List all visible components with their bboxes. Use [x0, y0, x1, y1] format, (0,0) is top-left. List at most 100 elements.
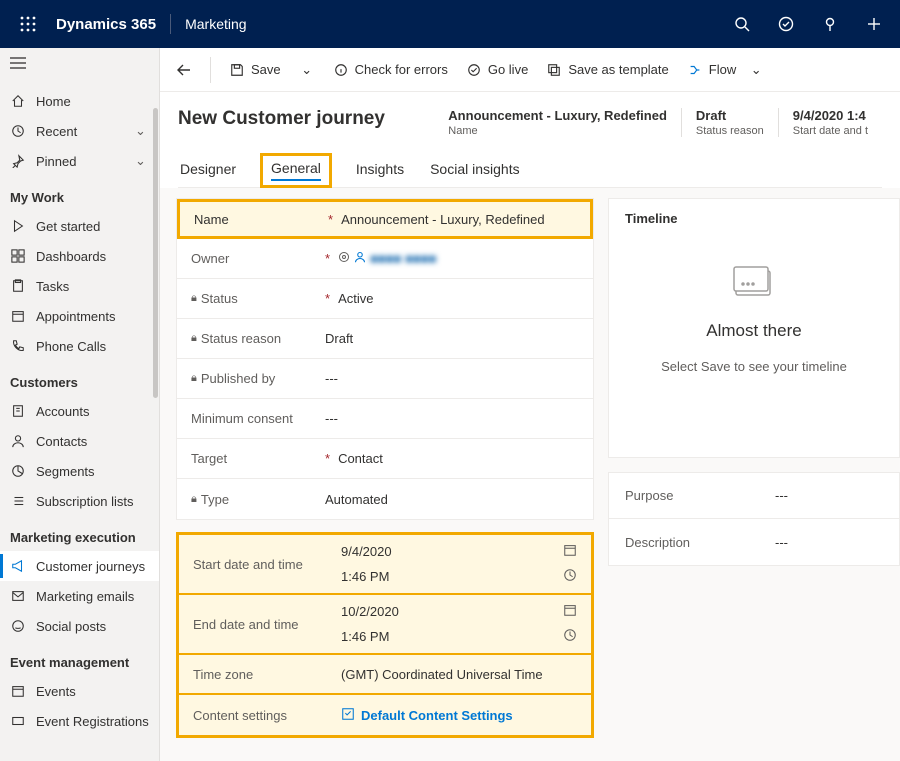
- field-status[interactable]: 🔒︎Status * Active: [177, 279, 593, 319]
- ticket-icon: [10, 714, 26, 728]
- segment-icon: [10, 464, 26, 478]
- calendar-icon: [10, 309, 26, 323]
- sidebar-accounts[interactable]: Accounts: [0, 396, 159, 426]
- lock-icon: 🔒︎: [191, 493, 197, 506]
- play-icon: [10, 219, 26, 233]
- search-icon[interactable]: [720, 0, 764, 48]
- clock-icon: [10, 124, 26, 138]
- lock-icon: 🔒︎: [191, 372, 197, 385]
- sidebar-event-registrations[interactable]: Event Registrations: [0, 706, 159, 736]
- required-icon: *: [325, 291, 330, 306]
- sidebar-home[interactable]: Home: [0, 86, 159, 116]
- sidebar-scrollbar[interactable]: [153, 108, 158, 398]
- field-content-settings[interactable]: Content settings Default Content Setting…: [179, 695, 591, 735]
- required-icon: *: [325, 251, 330, 266]
- required-icon: *: [328, 212, 333, 227]
- general-form-card: Name * Announcement - Luxury, Redefined …: [176, 198, 594, 520]
- sidebar-subscription-lists[interactable]: Subscription lists: [0, 486, 159, 516]
- sidebar-phone-calls[interactable]: Phone Calls: [0, 331, 159, 361]
- tab-general[interactable]: General: [260, 153, 332, 188]
- sidebar-customer-journeys[interactable]: Customer journeys: [0, 551, 159, 581]
- help-icon[interactable]: [808, 0, 852, 48]
- tab-social-insights[interactable]: Social insights: [428, 155, 522, 187]
- calendar-icon[interactable]: [563, 603, 577, 620]
- field-type[interactable]: 🔒︎Type Automated: [177, 479, 593, 519]
- back-button[interactable]: [176, 48, 192, 91]
- left-sidebar: Home Recent⌄ Pinned⌄ My Work Get started…: [0, 48, 160, 761]
- field-name[interactable]: Name * Announcement - Luxury, Redefined: [177, 199, 593, 239]
- sidebar-marketing-emails[interactable]: Marketing emails: [0, 581, 159, 611]
- clipboard-icon: [10, 279, 26, 293]
- properties-card: Purpose --- Description ---: [608, 472, 900, 566]
- required-icon: *: [325, 451, 330, 466]
- content-area: Name * Announcement - Luxury, Redefined …: [160, 188, 900, 761]
- field-start-date[interactable]: Start date and time 9/4/2020 1:46 PM: [179, 535, 591, 595]
- page-header: New Customer journey Announcement - Luxu…: [160, 92, 900, 188]
- header-meta-status: Draft Status reason: [681, 108, 778, 137]
- sidebar-pinned[interactable]: Pinned⌄: [0, 146, 159, 176]
- flow-icon: [687, 62, 703, 78]
- chevron-down-icon: ⌄: [135, 123, 149, 139]
- sidebar-segments[interactable]: Segments: [0, 456, 159, 486]
- sidebar-group-customers: Customers: [0, 361, 159, 396]
- field-end-date[interactable]: End date and time 10/2/2020 1:46 PM: [179, 595, 591, 655]
- go-live-button[interactable]: Go live: [466, 48, 528, 91]
- field-description[interactable]: Description ---: [609, 519, 899, 565]
- sidebar-social-posts[interactable]: Social posts: [0, 611, 159, 641]
- brand-area[interactable]: Marketing: [185, 16, 246, 32]
- timeline-card: Timeline Almost there Select Save to see…: [608, 198, 900, 458]
- sidebar-tasks[interactable]: Tasks: [0, 271, 159, 301]
- home-icon: [10, 94, 26, 108]
- field-published-by[interactable]: 🔒︎Published by ---: [177, 359, 593, 399]
- add-icon[interactable]: [852, 0, 896, 48]
- field-owner[interactable]: Owner * ■■■■ ■■■■: [177, 239, 593, 279]
- megaphone-icon: [10, 559, 26, 573]
- calendar-icon: [10, 684, 26, 698]
- brand-name: Dynamics 365: [56, 16, 156, 33]
- clock-icon[interactable]: [563, 628, 577, 645]
- sidebar-hamburger[interactable]: [0, 48, 159, 78]
- sidebar-group-marketing: Marketing execution: [0, 516, 159, 551]
- sidebar-events[interactable]: Events: [0, 676, 159, 706]
- sidebar-dashboards[interactable]: Dashboards: [0, 241, 159, 271]
- template-icon: [546, 62, 562, 78]
- tab-insights[interactable]: Insights: [354, 155, 406, 187]
- field-target[interactable]: Target * Contact: [177, 439, 593, 479]
- schedule-card: Start date and time 9/4/2020 1:46 PM End…: [176, 532, 594, 738]
- field-status-reason[interactable]: 🔒︎Status reason Draft: [177, 319, 593, 359]
- tab-designer[interactable]: Designer: [178, 155, 238, 187]
- lock-icon: 🔒︎: [191, 332, 197, 345]
- sidebar-appointments[interactable]: Appointments: [0, 301, 159, 331]
- chevron-down-icon: ⌄: [748, 62, 764, 78]
- sidebar-recent[interactable]: Recent⌄: [0, 116, 159, 146]
- calendar-icon[interactable]: [563, 543, 577, 560]
- save-dropdown[interactable]: ⌄: [299, 48, 315, 91]
- save-as-template-button[interactable]: Save as template: [546, 48, 668, 91]
- tab-strip: Designer General Insights Social insight…: [178, 155, 882, 188]
- person-icon: [354, 251, 366, 266]
- check-errors-button[interactable]: Check for errors: [333, 48, 448, 91]
- settings-icon: [341, 707, 355, 724]
- app-launcher-icon[interactable]: [4, 16, 52, 32]
- emoji-icon: [10, 619, 26, 633]
- task-icon[interactable]: [764, 0, 808, 48]
- info-icon: [333, 62, 349, 78]
- back-icon: [176, 62, 192, 78]
- page-title: New Customer journey: [178, 108, 385, 130]
- header-meta-date: 9/4/2020 1:4 Start date and t: [778, 108, 882, 137]
- sidebar-get-started[interactable]: Get started: [0, 211, 159, 241]
- sidebar-contacts[interactable]: Contacts: [0, 426, 159, 456]
- field-purpose[interactable]: Purpose ---: [609, 473, 899, 519]
- flow-button[interactable]: Flow⌄: [687, 48, 764, 91]
- global-topbar: Dynamics 365 Marketing: [0, 0, 900, 48]
- header-meta-name: Announcement - Luxury, Redefined Name: [434, 108, 681, 137]
- main-content: Save ⌄ Check for errors Go live Save as …: [160, 48, 900, 761]
- save-button[interactable]: Save: [229, 48, 281, 91]
- field-min-consent[interactable]: Minimum consent ---: [177, 399, 593, 439]
- phone-icon: [10, 339, 26, 353]
- sidebar-group-mywork: My Work: [0, 176, 159, 211]
- check-circle-icon: [466, 62, 482, 78]
- field-timezone[interactable]: Time zone (GMT) Coordinated Universal Ti…: [179, 655, 591, 695]
- clock-icon[interactable]: [563, 568, 577, 585]
- command-bar: Save ⌄ Check for errors Go live Save as …: [160, 48, 900, 92]
